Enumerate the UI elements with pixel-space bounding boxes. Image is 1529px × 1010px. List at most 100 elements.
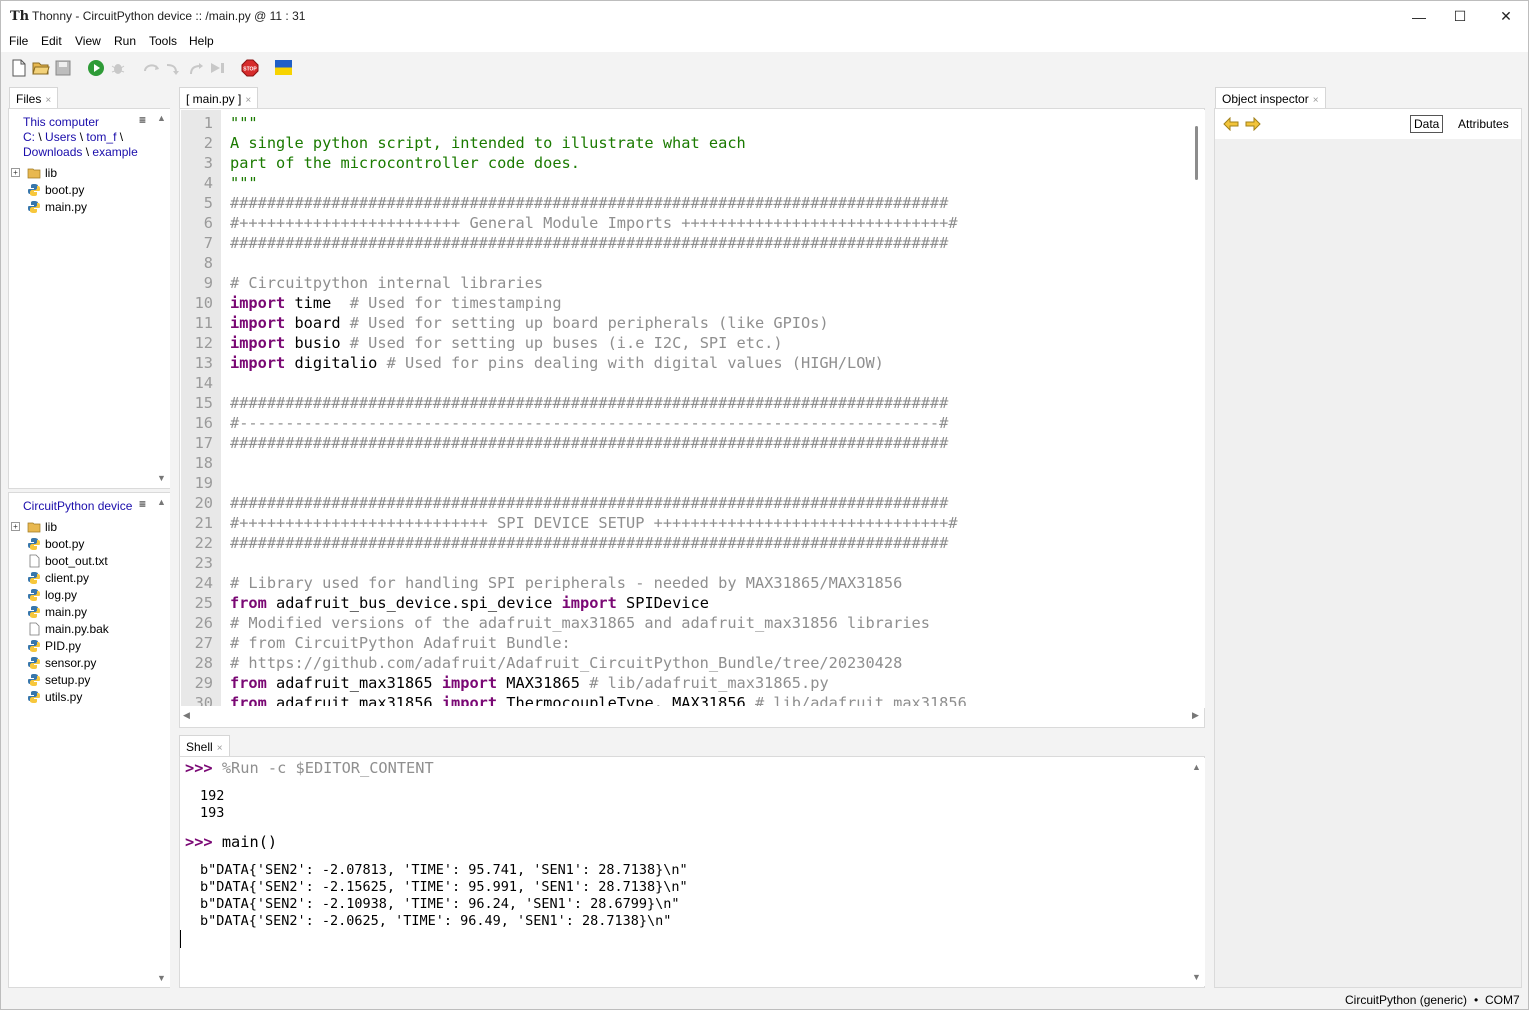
code-line[interactable]: ########################################…	[230, 234, 948, 252]
tab-object-inspector[interactable]: Object inspector ×	[1215, 87, 1326, 109]
code-line[interactable]: """	[230, 114, 258, 132]
scroll-right-icon[interactable]: ▶	[1192, 710, 1199, 721]
comment-token: # Used for setting up buses (i.e I2C, SP…	[349, 334, 783, 352]
tab-close-icon[interactable]: ×	[245, 95, 251, 106]
code-line[interactable]: part of the microcontroller code does.	[230, 154, 580, 172]
code-line[interactable]: A single python script, intended to illu…	[230, 134, 746, 152]
menu-tools[interactable]: Tools	[149, 34, 177, 48]
code-token: adafruit_bus_device.spi_device	[266, 594, 562, 612]
scroll-down-icon[interactable]: ▼	[1192, 972, 1201, 982]
open-file-icon[interactable]	[32, 60, 50, 76]
tab-close-icon[interactable]: ×	[217, 743, 223, 754]
tab-object-inspector-label: Object inspector	[1222, 92, 1309, 106]
menu-run[interactable]: Run	[114, 34, 136, 48]
forward-arrow-icon[interactable]	[1245, 117, 1261, 131]
step-over-icon[interactable]	[143, 61, 161, 75]
code-line[interactable]: # https://github.com/adafruit/Adafruit_C…	[230, 654, 902, 672]
scroll-thumb[interactable]	[1195, 126, 1198, 180]
code-line[interactable]: ########################################…	[230, 194, 948, 212]
status-separator: •	[1474, 993, 1479, 1007]
scroll-down-icon[interactable]: ▼	[157, 973, 166, 983]
tab-data[interactable]: Data	[1410, 115, 1444, 133]
editor-vscrollbar[interactable]	[1189, 110, 1205, 708]
tab-attributes[interactable]: Attributes	[1458, 117, 1509, 131]
comment-token: ########################################…	[230, 234, 949, 252]
resume-icon[interactable]	[209, 61, 227, 75]
maximize-button[interactable]: ☐	[1437, 1, 1483, 32]
code-token: digitalio	[285, 354, 387, 372]
code-line[interactable]: from adafruit_bus_device.spi_device impo…	[230, 594, 709, 612]
comment-token: # Circuitpython internal libraries	[230, 274, 544, 292]
code-token: busio	[285, 334, 350, 352]
back-arrow-icon[interactable]	[1223, 117, 1239, 131]
code-line[interactable]: # Library used for handling SPI peripher…	[230, 574, 902, 592]
code-line[interactable]: import time # Used for timestamping	[230, 294, 562, 312]
comment-token: # from CircuitPython Adafruit Bundle:	[230, 634, 571, 652]
code-line[interactable]: # from CircuitPython Adafruit Bundle:	[230, 634, 571, 652]
tab-close-icon[interactable]: ×	[45, 95, 51, 106]
ukraine-flag-icon[interactable]	[275, 60, 292, 75]
close-button[interactable]: ✕	[1483, 1, 1528, 32]
stop-label: STOP	[243, 67, 257, 73]
editor-hscrollbar[interactable]: ◀ ▶	[180, 708, 1204, 726]
code-line[interactable]: ########################################…	[230, 394, 948, 412]
code-line[interactable]: """	[230, 174, 258, 192]
shell-command: %Run -c $EDITOR_CONTENT	[212, 759, 434, 777]
stop-icon[interactable]: STOP	[241, 59, 259, 77]
interpreter-selector[interactable]: CircuitPython (generic)	[1345, 993, 1467, 1007]
step-out-icon[interactable]	[187, 61, 205, 75]
minimize-button[interactable]: —	[1396, 1, 1442, 32]
code-line[interactable]: ########################################…	[230, 434, 948, 452]
comment-token: ########################################…	[230, 494, 949, 512]
code-line[interactable]: #++++++++++++++++++++++++ General Module…	[230, 214, 958, 232]
keyword-token: from	[230, 594, 267, 612]
code-token: SPIDevice	[616, 594, 709, 612]
comment-token: ########################################…	[230, 194, 949, 212]
shell-output: 193	[200, 805, 225, 821]
tab-shell-label: Shell	[186, 740, 213, 754]
menu-file[interactable]: File	[9, 34, 28, 48]
code-line[interactable]: import board # Used for setting up board…	[230, 314, 829, 332]
code-line[interactable]: # Modified versions of the adafruit_max3…	[230, 614, 930, 632]
keyword-token: import	[230, 334, 286, 352]
new-file-icon[interactable]	[11, 59, 27, 77]
shell-prompt: >>>	[185, 833, 213, 851]
code-line[interactable]: ########################################…	[230, 494, 948, 512]
code-line[interactable]: import digitalio # Used for pins dealing…	[230, 354, 884, 372]
code-token: ThermocoupleType, MAX31856	[497, 694, 755, 706]
code-line[interactable]: from adafruit_max31865 import MAX31865 #…	[230, 674, 829, 692]
keyword-token: from	[230, 694, 267, 706]
scroll-left-icon[interactable]: ◀	[183, 710, 190, 721]
code-line[interactable]: import busio # Used for setting up buses…	[230, 334, 783, 352]
menu-edit[interactable]: Edit	[41, 34, 62, 48]
keyword-token: from	[230, 674, 267, 692]
menu-help[interactable]: Help	[189, 34, 214, 48]
tab-files[interactable]: Files ×	[9, 87, 59, 109]
shell-scrollbar[interactable]: ▲ ▼	[1189, 758, 1205, 986]
comment-token: #++++++++++++++++++++++++ General Module…	[230, 214, 958, 232]
scroll-up-icon[interactable]: ▲	[1192, 762, 1201, 772]
menu-view[interactable]: View	[75, 34, 101, 48]
code-line[interactable]: ########################################…	[230, 534, 948, 552]
code-line[interactable]: # Circuitpython internal libraries	[230, 274, 543, 292]
code-line[interactable]: #+++++++++++++++++++++++++++ SPI DEVICE …	[230, 514, 958, 532]
comment-token: ########################################…	[230, 394, 949, 412]
tab-close-icon[interactable]: ×	[1313, 95, 1319, 106]
debug-icon[interactable]	[110, 60, 126, 76]
tab-main-py[interactable]: [ main.py ] ×	[179, 87, 259, 109]
string-token: part of the microcontroller code does.	[230, 154, 580, 172]
code-line[interactable]: from adafruit_max31856 import Thermocoup…	[230, 694, 967, 706]
toolbar	[1, 52, 1528, 85]
comment-token: # https://github.com/adafruit/Adafruit_C…	[230, 654, 903, 672]
keyword-token: import	[561, 594, 617, 612]
code-token: MAX31865	[497, 674, 590, 692]
code-line[interactable]: #---------------------------------------…	[230, 414, 948, 432]
comment-token: #---------------------------------------…	[230, 414, 949, 432]
save-icon[interactable]	[55, 60, 71, 76]
shell-command: main()	[212, 833, 278, 851]
step-into-icon[interactable]	[165, 61, 183, 75]
port-label[interactable]: COM7	[1485, 993, 1520, 1007]
tab-shell[interactable]: Shell ×	[179, 735, 230, 757]
run-icon[interactable]	[87, 59, 105, 77]
code-token: adafruit_max31856	[266, 694, 442, 706]
